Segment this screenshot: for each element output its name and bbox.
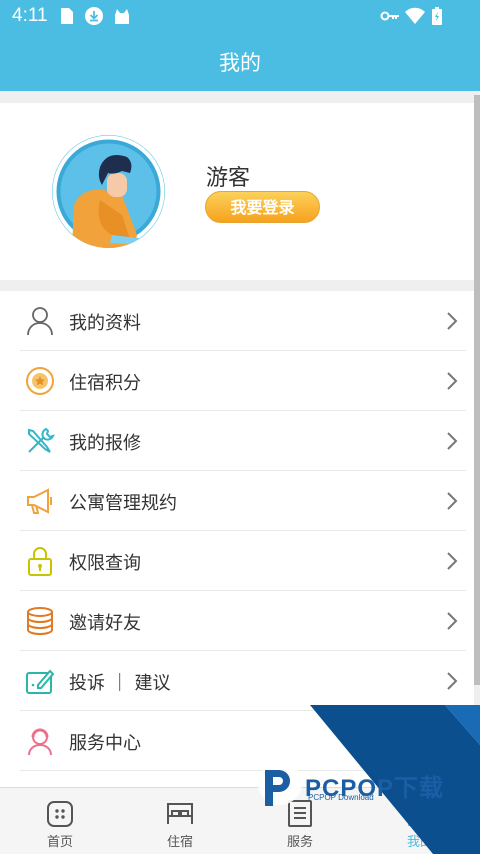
menu-item-label: 邀请好友 <box>69 613 141 634</box>
coins-icon <box>27 607 53 636</box>
tab-stay[interactable]: 住宿 <box>120 788 240 854</box>
sim-card-icon <box>61 8 73 24</box>
username: 游客 <box>206 166 251 191</box>
bed-icon <box>167 803 193 824</box>
menu-item-repair[interactable]: 我的报修 <box>20 411 466 471</box>
key-icon <box>380 11 399 21</box>
chevron-right-icon <box>447 672 458 690</box>
title-bar: 我的 <box>0 33 480 91</box>
menu-item-label: 投诉 ｜ 建议 <box>69 673 171 694</box>
chevron-right-icon <box>447 552 458 570</box>
profile-card: 游客 我要登录 <box>0 103 474 280</box>
menu-item-label: 我的资料 <box>69 313 141 334</box>
avatar[interactable] <box>52 135 165 248</box>
page-title: 我的 <box>219 51 261 75</box>
user-icon <box>27 307 53 336</box>
menu-item-feedback[interactable]: 投诉 ｜ 建议 <box>20 651 466 711</box>
menu-item-label: 服务中心 <box>69 733 141 754</box>
menu-item-label: 住宿积分 <box>69 373 141 394</box>
tab-label: 住宿 <box>166 835 193 850</box>
status-time: 4:11 <box>12 5 48 26</box>
service-icon <box>28 728 52 756</box>
watermark-subtext: PCPOP Download <box>308 793 374 802</box>
battery-icon <box>432 7 442 25</box>
tools-icon <box>28 427 55 453</box>
lock-icon <box>28 547 52 576</box>
menu-item-label: 我的报修 <box>69 433 141 454</box>
avatar-illustration-icon <box>52 135 165 248</box>
chevron-right-icon <box>447 372 458 390</box>
menu-item-label: 公寓管理规约 <box>69 493 177 514</box>
chevron-right-icon <box>447 312 458 330</box>
feedback-icon <box>26 669 55 694</box>
menu-item-rules[interactable]: 公寓管理规约 <box>20 471 466 531</box>
tab-label: 首页 <box>46 835 73 850</box>
chevron-right-icon <box>447 432 458 450</box>
menu-item-profile[interactable]: 我的资料 <box>20 291 466 351</box>
chevron-right-icon <box>447 612 458 630</box>
tab-home[interactable]: 首页 <box>0 788 120 854</box>
menu-item-permission[interactable]: 权限查询 <box>20 531 466 591</box>
menu-item-points[interactable]: 住宿积分 <box>20 351 466 411</box>
download-icon <box>85 7 103 25</box>
status-bar: 4:11 <box>0 0 480 33</box>
menu-item-invite[interactable]: 邀请好友 <box>20 591 466 651</box>
scrollbar[interactable] <box>474 95 480 685</box>
menu-item-label: 权限查询 <box>69 553 141 574</box>
android-icon <box>115 9 129 24</box>
chevron-right-icon <box>447 492 458 510</box>
login-button[interactable]: 我要登录 <box>205 191 320 223</box>
wifi-icon <box>405 7 425 24</box>
medal-icon <box>26 367 54 395</box>
home-icon <box>47 801 73 827</box>
megaphone-icon <box>27 488 52 514</box>
